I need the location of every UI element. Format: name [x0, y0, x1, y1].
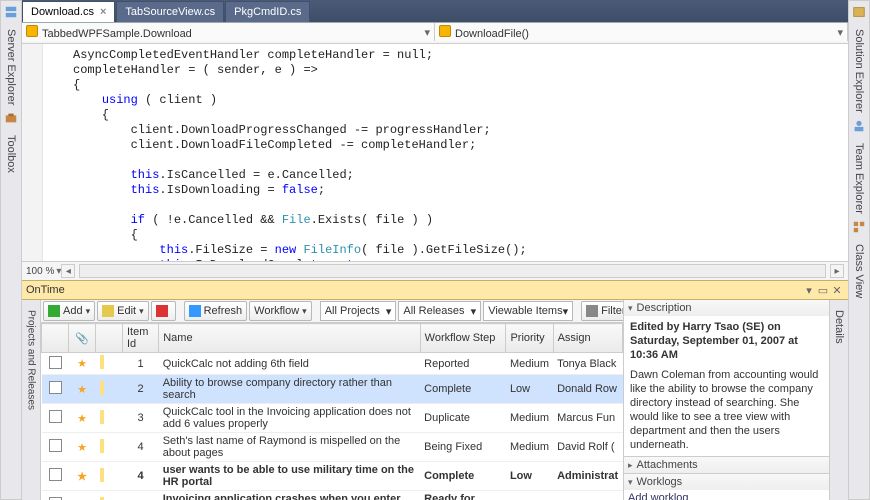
- status-flag: [100, 410, 104, 424]
- class-view-icon: [852, 220, 866, 234]
- edit-button[interactable]: Edit: [97, 301, 149, 321]
- row-checkbox[interactable]: [49, 439, 62, 452]
- ontime-details-pane: ▾Description Edited by Harry Tsao (SE) o…: [623, 300, 829, 500]
- grid-header[interactable]: [42, 324, 69, 353]
- worklogs-section-header[interactable]: ▾Worklogs: [624, 474, 829, 490]
- releases-dropdown[interactable]: All Releases: [398, 301, 481, 321]
- pin-button[interactable]: ▭: [816, 284, 830, 297]
- star-icon: ★: [77, 384, 87, 396]
- grid-header[interactable]: Workflow Step: [420, 324, 506, 353]
- plus-icon: [48, 305, 60, 317]
- grid-header[interactable]: Priority: [506, 324, 553, 353]
- row-checkbox[interactable]: [49, 410, 62, 423]
- solution-explorer-tab[interactable]: Solution Explorer: [851, 23, 867, 119]
- server-explorer-icon: [4, 5, 18, 19]
- projects-dropdown[interactable]: All Projects: [320, 301, 397, 321]
- workflow-button[interactable]: Workflow: [249, 301, 312, 321]
- details-tab[interactable]: Details: [831, 304, 847, 350]
- method-icon: [439, 25, 451, 37]
- member-selector[interactable]: DownloadFile(): [435, 23, 848, 41]
- grid-header[interactable]: Item Id: [123, 324, 159, 353]
- close-tab-icon[interactable]: ×: [100, 6, 106, 18]
- filter-button[interactable]: Filter: [581, 301, 623, 321]
- status-flag: [100, 439, 104, 453]
- star-icon: ★: [77, 442, 87, 454]
- status-flag: [100, 381, 104, 395]
- filter-icon: [586, 305, 598, 317]
- editor-status-bar: 100 % ◂ ▸: [22, 261, 848, 280]
- attachments-section-header[interactable]: ▸Attachments: [624, 457, 829, 473]
- star-icon: ★: [77, 358, 87, 370]
- ontime-title: OnTime: [26, 284, 65, 296]
- document-tabs: Download.cs×TabSourceView.csPkgCmdID.cs: [22, 0, 848, 23]
- projects-releases-tab[interactable]: Projects and Releases: [24, 304, 39, 416]
- description-section-header[interactable]: ▾Description: [624, 300, 829, 316]
- add-button[interactable]: Add: [43, 301, 95, 321]
- grid-header[interactable]: Assign: [553, 324, 622, 353]
- status-flag: [100, 355, 104, 369]
- add-worklog-link[interactable]: Add worklog: [624, 490, 829, 500]
- grid-header[interactable]: 📎: [69, 324, 96, 353]
- table-row[interactable]: ★1QuickCalc not adding 6th fieldReported…: [42, 353, 623, 375]
- table-row[interactable]: ★3QuickCalc tool in the Invoicing applic…: [42, 404, 623, 433]
- left-toolwindows: Server Explorer Toolbox: [0, 0, 22, 500]
- scroll-right-button[interactable]: ▸: [830, 264, 844, 278]
- ontime-right-tabs: Details: [829, 300, 848, 500]
- grid-header[interactable]: Name: [159, 324, 420, 353]
- code-nav-bar: TabbedWPFSample.Download DownloadFile(): [22, 23, 848, 44]
- table-row[interactable]: ★4Seth's last name of Raymond is mispell…: [42, 433, 623, 462]
- chevron-down-icon: [424, 26, 430, 39]
- status-flag: [100, 497, 104, 500]
- team-explorer-tab[interactable]: Team Explorer: [851, 137, 867, 220]
- table-row[interactable]: ★2Ability to browse company directory ra…: [42, 375, 623, 404]
- row-checkbox[interactable]: [49, 356, 62, 369]
- code-tab[interactable]: Download.cs×: [22, 1, 115, 22]
- star-icon: ★: [77, 413, 87, 425]
- chevron-down-icon: [837, 26, 843, 39]
- row-checkbox[interactable]: [49, 468, 62, 481]
- dropdown-button[interactable]: ▾: [802, 284, 816, 297]
- table-row[interactable]: ★4user wants to be able to use military …: [42, 462, 623, 491]
- zoom-level[interactable]: 100 %: [26, 266, 54, 277]
- type-selector[interactable]: TabbedWPFSample.Download: [22, 23, 435, 41]
- class-view-tab[interactable]: Class View: [851, 238, 867, 304]
- status-flag: [100, 468, 104, 482]
- ontime-panel-header[interactable]: OnTime ▾ ▭ ✕: [22, 280, 848, 300]
- row-checkbox[interactable]: [49, 381, 62, 394]
- scroll-left-button[interactable]: ◂: [61, 264, 75, 278]
- toolbox-icon: [4, 111, 18, 125]
- delete-icon: [156, 305, 168, 317]
- code-tab[interactable]: PkgCmdID.cs: [225, 1, 310, 22]
- ontime-toolbar: Add Edit Refresh Workflow All Projects A…: [41, 300, 623, 323]
- ontime-grid[interactable]: 📎Item IdNameWorkflow StepPriorityAssign★…: [41, 323, 623, 500]
- star-icon: ★: [77, 471, 87, 483]
- code-tab[interactable]: TabSourceView.cs: [116, 1, 224, 22]
- description-byline: Edited by Harry Tsao (SE) on Saturday, S…: [630, 320, 823, 362]
- close-button[interactable]: ✕: [830, 284, 844, 297]
- refresh-button[interactable]: Refresh: [184, 301, 248, 321]
- right-toolwindows: Solution Explorer Team Explorer Class Vi…: [848, 0, 870, 500]
- code-editor[interactable]: AsyncCompletedEventHandler completeHandl…: [22, 44, 848, 261]
- class-icon: [26, 25, 38, 37]
- server-explorer-tab[interactable]: Server Explorer: [3, 23, 19, 111]
- viewable-dropdown[interactable]: Viewable Items: [483, 301, 573, 321]
- table-row[interactable]: ★5Invoicing application crashes when you…: [42, 491, 623, 500]
- horizontal-scrollbar[interactable]: [79, 264, 826, 278]
- solution-explorer-icon: [852, 5, 866, 19]
- pencil-icon: [102, 305, 114, 317]
- toolbox-tab[interactable]: Toolbox: [3, 129, 19, 179]
- team-explorer-icon: [852, 119, 866, 133]
- refresh-icon: [189, 305, 201, 317]
- description-body: Dawn Coleman from accounting would like …: [630, 368, 823, 452]
- delete-button[interactable]: [151, 301, 176, 321]
- grid-header[interactable]: [96, 324, 123, 353]
- ontime-left-tabs: Projects and Releases: [22, 300, 41, 500]
- collapse-gutter[interactable]: [22, 44, 43, 261]
